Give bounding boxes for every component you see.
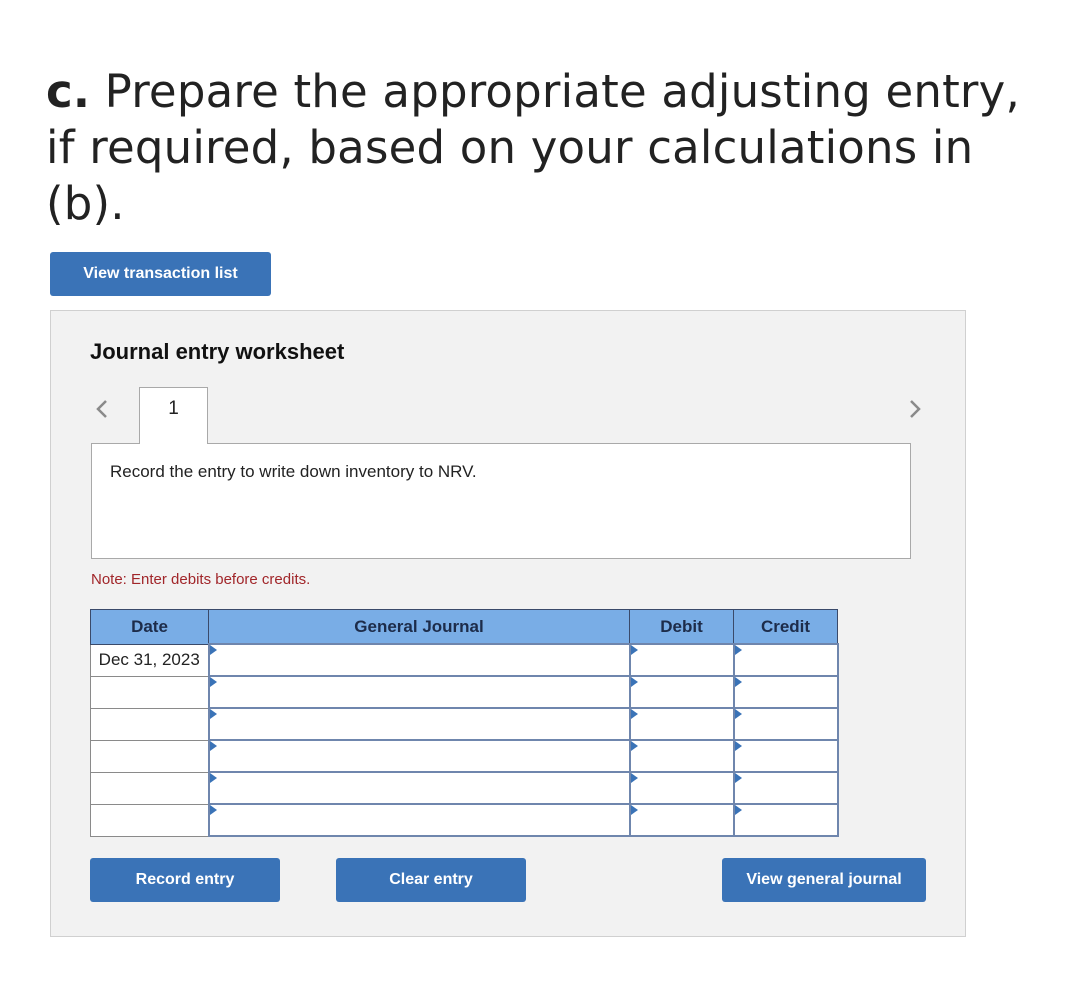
header-general-journal: General Journal: [208, 609, 630, 645]
credit-input[interactable]: [734, 645, 837, 675]
account-input[interactable]: [209, 677, 629, 707]
dropdown-marker-icon: [734, 805, 742, 815]
dropdown-marker-icon: [209, 677, 217, 687]
credit-input-cell: [732, 675, 839, 709]
dropdown-marker-icon: [209, 741, 217, 751]
debit-input-cell: [628, 707, 735, 741]
debit-input[interactable]: [630, 741, 733, 771]
dropdown-marker-icon: [630, 677, 638, 687]
account-input[interactable]: [209, 645, 629, 675]
previous-entry-button[interactable]: [91, 395, 113, 423]
credit-input[interactable]: [734, 805, 837, 835]
chevron-right-icon: [910, 400, 921, 418]
date-cell: [90, 707, 209, 741]
next-entry-button[interactable]: [904, 395, 926, 423]
journal-row: [90, 739, 839, 773]
header-credit: Credit: [733, 609, 838, 645]
debit-input-cell: [628, 803, 735, 837]
date-cell: [90, 803, 209, 837]
account-input[interactable]: [209, 773, 629, 803]
account-input-cell: [207, 707, 631, 741]
dropdown-marker-icon: [209, 645, 217, 655]
credit-input[interactable]: [734, 677, 837, 707]
question-label: c.: [46, 65, 91, 118]
dropdown-marker-icon: [630, 741, 638, 751]
debit-input[interactable]: [630, 677, 733, 707]
journal-entry-worksheet: Journal entry worksheet 1 Record the ent…: [50, 310, 966, 937]
debit-input-cell: [628, 675, 735, 709]
view-transaction-list-button[interactable]: View transaction list: [50, 252, 271, 296]
debit-input-cell: [628, 643, 735, 677]
account-input-cell: [207, 771, 631, 805]
debit-input-cell: [628, 739, 735, 773]
dropdown-marker-icon: [209, 805, 217, 815]
debit-input-cell: [628, 771, 735, 805]
account-input-cell: [207, 643, 631, 677]
clear-entry-button[interactable]: Clear entry: [336, 858, 526, 902]
journal-table: Date General Journal Debit Credit Dec 31…: [90, 609, 839, 837]
date-cell: [90, 771, 209, 805]
account-input[interactable]: [209, 741, 629, 771]
account-input-cell: [207, 675, 631, 709]
dropdown-marker-icon: [630, 773, 638, 783]
credit-input-cell: [732, 707, 839, 741]
credit-input[interactable]: [734, 773, 837, 803]
dropdown-marker-icon: [209, 709, 217, 719]
credit-input-cell: [732, 643, 839, 677]
journal-row: [90, 707, 839, 741]
entry-instruction-box: Record the entry to write down inventory…: [91, 443, 911, 559]
journal-header-row: Date General Journal Debit Credit: [90, 609, 838, 645]
credit-input[interactable]: [734, 741, 837, 771]
debit-input[interactable]: [630, 805, 733, 835]
account-input-cell: [207, 803, 631, 837]
header-date: Date: [90, 609, 209, 645]
date-cell: [90, 739, 209, 773]
record-entry-button[interactable]: Record entry: [90, 858, 280, 902]
journal-row: [90, 771, 839, 805]
dropdown-marker-icon: [734, 709, 742, 719]
account-input-cell: [207, 739, 631, 773]
journal-row: [90, 803, 839, 837]
debit-input[interactable]: [630, 773, 733, 803]
date-cell: [90, 675, 209, 709]
account-input[interactable]: [209, 805, 629, 835]
journal-row: Dec 31, 2023: [90, 643, 839, 677]
question-prompt: c. Prepare the appropriate adjusting ent…: [46, 64, 1046, 232]
chevron-left-icon: [96, 400, 107, 418]
dropdown-marker-icon: [209, 773, 217, 783]
header-debit: Debit: [629, 609, 734, 645]
dropdown-marker-icon: [734, 677, 742, 687]
date-cell: Dec 31, 2023: [90, 643, 209, 677]
account-input[interactable]: [209, 709, 629, 739]
dropdown-marker-icon: [630, 709, 638, 719]
view-general-journal-button[interactable]: View general journal: [722, 858, 926, 902]
journal-row: [90, 675, 839, 709]
dropdown-marker-icon: [630, 805, 638, 815]
credit-input[interactable]: [734, 709, 837, 739]
credit-input-cell: [732, 803, 839, 837]
debit-input[interactable]: [630, 645, 733, 675]
dropdown-marker-icon: [630, 645, 638, 655]
debit-input[interactable]: [630, 709, 733, 739]
dropdown-marker-icon: [734, 645, 742, 655]
question-text: Prepare the appropriate adjusting entry,…: [46, 65, 1020, 230]
entry-instruction-text: Record the entry to write down inventory…: [110, 462, 477, 481]
entry-tab-1[interactable]: 1: [139, 387, 208, 444]
worksheet-title: Journal entry worksheet: [90, 339, 345, 364]
dropdown-marker-icon: [734, 741, 742, 751]
credit-input-cell: [732, 739, 839, 773]
credit-input-cell: [732, 771, 839, 805]
dropdown-marker-icon: [734, 773, 742, 783]
debits-before-credits-note: Note: Enter debits before credits.: [91, 571, 311, 588]
